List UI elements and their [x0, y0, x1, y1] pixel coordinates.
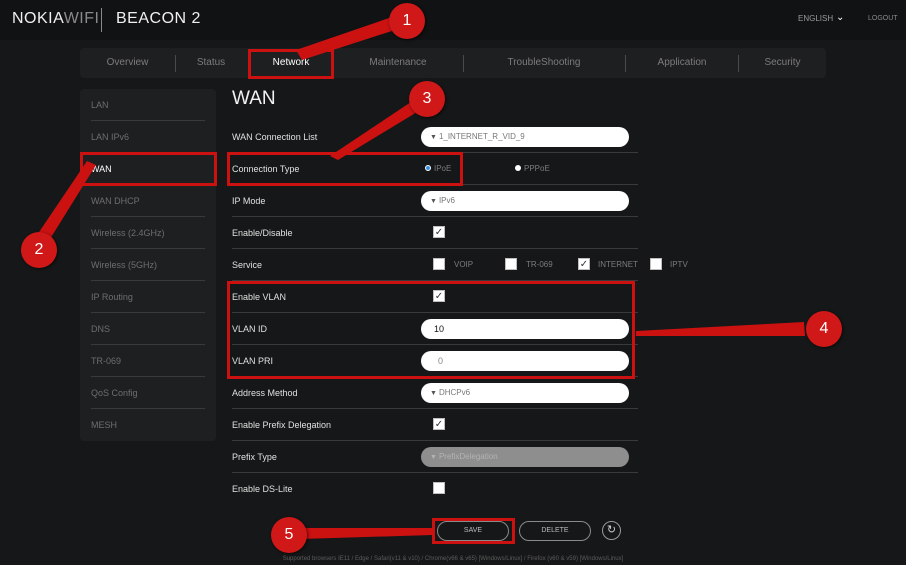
- annotation-badge-2: 2: [21, 232, 57, 268]
- row-enable-ds-lite: Enable DS-Lite: [232, 473, 638, 505]
- service-voip-checkbox[interactable]: [433, 258, 445, 270]
- service-tr069-label: TR-069: [526, 260, 553, 269]
- enable-ds-lite-checkbox[interactable]: [433, 482, 445, 494]
- service-voip-label: VOIP: [454, 260, 474, 269]
- annotation-box-wan-item: [80, 152, 217, 186]
- ip-mode-select[interactable]: ▼ IPv6: [421, 191, 629, 211]
- annotation-badge-5: 5: [271, 517, 307, 553]
- product-name: BEACON 2: [116, 10, 201, 27]
- top-bar: NOKIAWIFI BEACON 2 ENGLISH ⌄ LOGOUT: [0, 0, 906, 40]
- sidebar-item-tr069[interactable]: TR-069: [91, 345, 205, 377]
- sidebar-item-dns[interactable]: DNS: [91, 313, 205, 345]
- row-ip-mode: IP Mode ▼ IPv6: [232, 185, 638, 217]
- brand-logo: NOKIAWIFI: [12, 10, 100, 27]
- annotation-box-network-tab: [248, 49, 334, 79]
- refresh-icon[interactable]: ↻: [602, 521, 621, 540]
- annotation-arrow-5: [300, 528, 433, 539]
- row-wan-connection-list: WAN Connection List ▼ 1_INTERNET_R_VID_9: [232, 121, 638, 153]
- annotation-box-vlan-settings: [227, 281, 635, 379]
- supported-browsers-note: Supported browsers IE11 / Edge / Safari(…: [282, 556, 624, 562]
- service-internet-label: INTERNET: [598, 260, 638, 269]
- sidebar-item-qos-config[interactable]: QoS Config: [91, 377, 205, 409]
- ip-mode-label: IP Mode: [232, 196, 266, 206]
- caret-down-icon: ▼: [430, 134, 437, 141]
- service-iptv-label: IPTV: [670, 260, 688, 269]
- tab-status[interactable]: Status: [176, 48, 246, 78]
- annotation-arrow-4: [636, 322, 805, 336]
- row-prefix-type: Prefix Type ▼ PrefixDelegation: [232, 441, 638, 473]
- enable-ds-lite-label: Enable DS-Lite: [232, 484, 293, 494]
- caret-down-icon: ▼: [430, 198, 437, 205]
- caret-down-icon: ▼: [430, 390, 437, 397]
- page-title: WAN: [232, 88, 276, 109]
- annotation-box-save-button: [432, 518, 515, 544]
- row-enable-disable: Enable/Disable ✓: [232, 217, 638, 249]
- tab-troubleshooting[interactable]: TroubleShooting: [464, 48, 624, 78]
- sidebar-item-wireless-24[interactable]: Wireless (2.4GHz): [91, 217, 205, 249]
- brand-divider: [101, 8, 102, 32]
- enable-disable-checkbox[interactable]: ✓: [433, 226, 445, 238]
- radio-pppoe-label: PPPoE: [524, 164, 550, 173]
- tab-security[interactable]: Security: [739, 48, 826, 78]
- tab-application[interactable]: Application: [626, 48, 738, 78]
- enable-prefix-delegation-checkbox[interactable]: ✓: [433, 418, 445, 430]
- wan-connection-list-select[interactable]: ▼ 1_INTERNET_R_VID_9: [421, 127, 629, 147]
- address-method-label: Address Method: [232, 388, 298, 398]
- sidebar-item-wan-dhcp[interactable]: WAN DHCP: [91, 185, 205, 217]
- service-internet-checkbox[interactable]: ✓: [578, 258, 590, 270]
- row-address-method: Address Method ▼ DHCPv6: [232, 377, 638, 409]
- delete-button[interactable]: DELETE: [519, 521, 591, 541]
- row-enable-prefix-delegation: Enable Prefix Delegation ✓: [232, 409, 638, 441]
- language-selector[interactable]: ENGLISH: [798, 14, 833, 23]
- main-tabs: Overview Status Network Maintenance Trou…: [80, 48, 826, 78]
- sidebar-item-mesh[interactable]: MESH: [91, 409, 205, 441]
- chevron-down-icon[interactable]: ⌄: [836, 12, 844, 23]
- radio-pppoe[interactable]: [515, 165, 521, 171]
- wan-connection-list-label: WAN Connection List: [232, 132, 318, 142]
- service-iptv-checkbox[interactable]: [650, 258, 662, 270]
- annotation-badge-1: 1: [389, 3, 425, 39]
- tab-maintenance[interactable]: Maintenance: [335, 48, 461, 78]
- sidebar-item-ip-routing[interactable]: IP Routing: [91, 281, 205, 313]
- address-method-select[interactable]: ▼ DHCPv6: [421, 383, 629, 403]
- annotation-badge-4: 4: [806, 311, 842, 347]
- annotation-box-connection-type: [227, 152, 463, 186]
- enable-disable-label: Enable/Disable: [232, 228, 293, 238]
- row-service: Service VOIP TR-069 ✓ INTERNET IPTV: [232, 249, 688, 281]
- annotation-badge-3: 3: [409, 81, 445, 117]
- service-label: Service: [232, 260, 263, 270]
- logout-link[interactable]: LOGOUT: [868, 15, 898, 22]
- tab-overview[interactable]: Overview: [80, 48, 175, 78]
- prefix-type-label: Prefix Type: [232, 452, 277, 462]
- caret-down-icon: ▼: [430, 454, 437, 461]
- sidebar-item-wireless-5[interactable]: Wireless (5GHz): [91, 249, 205, 281]
- enable-prefix-delegation-label: Enable Prefix Delegation: [232, 420, 332, 430]
- service-tr069-checkbox[interactable]: [505, 258, 517, 270]
- sidebar: LAN LAN IPv6 WAN WAN DHCP Wireless (2.4G…: [80, 89, 216, 441]
- sidebar-item-lan-ipv6[interactable]: LAN IPv6: [91, 121, 205, 153]
- sidebar-item-lan[interactable]: LAN: [91, 89, 205, 121]
- prefix-type-select: ▼ PrefixDelegation: [421, 447, 629, 467]
